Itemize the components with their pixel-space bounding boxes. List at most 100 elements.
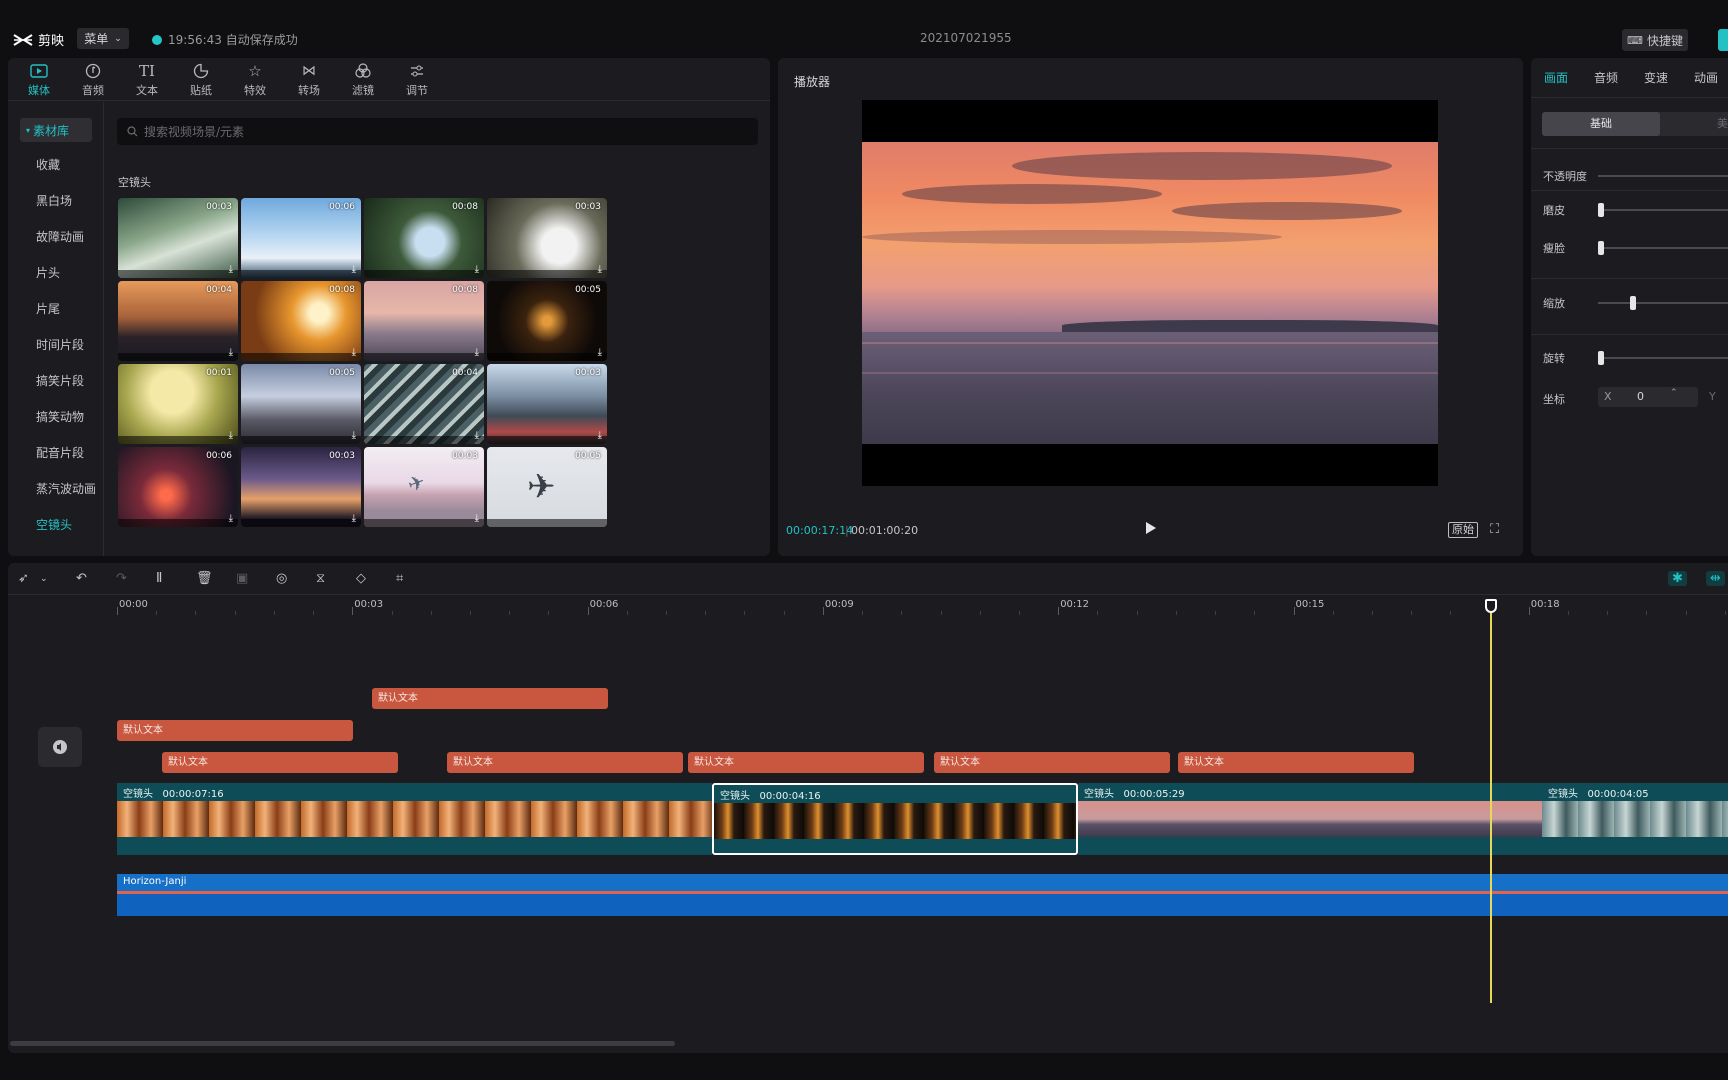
thin-face-slider[interactable] [1598, 241, 1728, 255]
media-thumbnail[interactable]: 00:03 ⤓ [118, 198, 238, 278]
thin-face-knob[interactable] [1598, 241, 1604, 255]
rotate-icon[interactable]: ◇ [356, 571, 366, 586]
search-input[interactable]: 搜索视频场景/元素 [117, 118, 758, 145]
basic-tab[interactable]: 基础 [1542, 112, 1660, 136]
sidebar-item[interactable]: 片头 [36, 264, 60, 281]
media-thumbnail[interactable]: 00:06 ⤓ [118, 447, 238, 527]
fullscreen-icon[interactable]: ⛶ [1490, 522, 1499, 537]
shortcut-button[interactable]: ⌨ 快捷键 [1622, 29, 1688, 51]
text-clip[interactable]: 默认文本 [117, 720, 353, 741]
mirror-icon[interactable]: ⧖ [316, 571, 325, 586]
link-icon[interactable]: ⇹ [1706, 571, 1725, 586]
rotate-slider[interactable] [1598, 351, 1728, 365]
text-clip[interactable]: 默认文本 [162, 752, 398, 773]
mute-track-button[interactable] [38, 727, 82, 767]
tab-effects[interactable]: ☆ 特效 [228, 58, 282, 101]
sidebar-item[interactable]: 搞笑片段 [36, 372, 84, 389]
sidebar-item[interactable]: 故障动画 [36, 228, 84, 245]
tab-text[interactable]: TI 文本 [120, 58, 174, 101]
download-icon[interactable]: ⤓ [352, 264, 356, 275]
sidebar-item[interactable]: 时间片段 [36, 336, 84, 353]
download-icon[interactable]: ⤓ [475, 347, 479, 358]
tab-sticker[interactable]: 贴纸 [174, 58, 228, 101]
download-icon[interactable]: ⤓ [229, 264, 233, 275]
tab-audio[interactable]: 音频 [66, 58, 120, 101]
media-thumbnail[interactable]: 00:03 ⤓ [487, 364, 607, 444]
media-thumbnail[interactable]: 00:03 ⤓ ✈ [364, 447, 484, 527]
media-thumbnail[interactable]: 00:08 ⤓ [241, 281, 361, 361]
media-thumbnail[interactable]: 00:03 ⤓ [487, 198, 607, 278]
chevron-down-icon[interactable]: ⌄ [40, 574, 48, 584]
video-clip[interactable]: 空镜头 00:00:07:16 [117, 783, 712, 855]
download-icon[interactable]: ⤓ [598, 430, 602, 441]
playhead-handle[interactable] [1485, 599, 1497, 613]
download-icon[interactable]: ⤓ [229, 347, 233, 358]
play-icon[interactable] [1146, 522, 1156, 534]
media-thumbnail[interactable]: 00:05 ✈ [487, 447, 607, 527]
media-thumbnail[interactable]: 00:08 ⤓ [364, 281, 484, 361]
video-clip[interactable]: 空镜头 00:00:04:05 [1542, 783, 1728, 855]
media-thumbnail[interactable]: 00:06 ⤓ [241, 198, 361, 278]
undo-icon[interactable]: ↶ [76, 571, 87, 586]
text-clip[interactable]: 默认文本 [934, 752, 1170, 773]
opacity-slider[interactable] [1598, 175, 1728, 177]
sidebar-item[interactable]: 黑白场 [36, 192, 72, 209]
sidebar-item[interactable]: 空镜头 [36, 516, 72, 533]
smooth-slider[interactable] [1598, 203, 1728, 217]
props-tab[interactable]: 变速 [1631, 58, 1681, 97]
text-clip[interactable]: 默认文本 [447, 752, 683, 773]
download-icon[interactable]: ⤓ [352, 347, 356, 358]
download-icon[interactable]: ⤓ [598, 347, 602, 358]
media-thumbnail[interactable]: 00:03 ⤓ [241, 447, 361, 527]
freeze-frame-icon[interactable]: ▣ [236, 571, 248, 586]
beauty-tab[interactable]: 美颜 [1717, 112, 1728, 136]
sidebar-item[interactable]: 配音片段 [36, 444, 84, 461]
tab-transition[interactable]: ⋈ 转场 [282, 58, 336, 101]
delete-icon[interactable]: 🗑 [196, 571, 213, 586]
reverse-icon[interactable]: ◎ [276, 571, 287, 586]
download-icon[interactable]: ⤓ [229, 513, 233, 524]
sidebar-library[interactable]: ▾ 素材库 [20, 118, 92, 142]
sidebar-item[interactable]: 蒸汽波动画 [36, 480, 96, 497]
media-thumbnail[interactable]: 00:08 ⤓ [364, 198, 484, 278]
time-ruler[interactable]: 00:00 00:03 00:06 00:09 00:12 00:15 00:18 [8, 595, 1728, 615]
download-icon[interactable]: ⤓ [475, 264, 479, 275]
playhead-line[interactable] [1490, 601, 1492, 1003]
download-icon[interactable]: ⤓ [475, 430, 479, 441]
media-thumbnail[interactable]: 00:04 ⤓ [118, 281, 238, 361]
media-thumbnail[interactable]: 00:01 ⤓ [118, 364, 238, 444]
download-icon[interactable]: ⤓ [475, 513, 479, 524]
download-icon[interactable]: ⤓ [352, 513, 356, 524]
smooth-knob[interactable] [1598, 203, 1604, 217]
media-thumbnail[interactable]: 00:05 ⤓ [241, 364, 361, 444]
rotate-knob[interactable] [1598, 351, 1604, 365]
redo-icon[interactable]: ↷ [116, 571, 127, 586]
sidebar-item[interactable]: 搞笑动物 [36, 408, 84, 425]
split-icon[interactable]: Ⅱ [156, 571, 162, 586]
scale-slider[interactable] [1598, 296, 1728, 310]
sidebar-item[interactable]: 片尾 [36, 300, 60, 317]
ratio-button[interactable]: 原始 [1448, 522, 1478, 538]
props-tab[interactable]: 画面 [1531, 58, 1581, 97]
tab-media[interactable]: 媒体 [12, 58, 66, 101]
scale-knob[interactable] [1630, 296, 1636, 310]
tab-filter[interactable]: 滤镜 [336, 58, 390, 101]
download-icon[interactable]: ⤓ [352, 430, 356, 441]
props-tab[interactable]: 动画 [1681, 58, 1728, 97]
video-clip-selected[interactable]: 空镜头 00:00:04:16 [712, 783, 1078, 855]
media-thumbnail[interactable]: 00:05 ⤓ [487, 281, 607, 361]
select-tool-icon[interactable]: ➶ [18, 571, 29, 586]
text-clip[interactable]: 默认文本 [688, 752, 924, 773]
video-preview[interactable] [862, 100, 1438, 486]
props-tab[interactable]: 音频 [1581, 58, 1631, 97]
horizontal-scrollbar[interactable] [10, 1041, 675, 1046]
audio-clip[interactable]: Horizon-Janji [117, 874, 1728, 916]
download-icon[interactable]: ⤓ [229, 430, 233, 441]
crop-icon[interactable]: ⌗ [396, 571, 403, 586]
export-button[interactable] [1718, 29, 1728, 51]
video-clip[interactable]: 空镜头 00:00:05:29 [1078, 783, 1542, 855]
sidebar-item[interactable]: 收藏 [36, 156, 60, 173]
stepper-icon[interactable]: ⌃ [1670, 388, 1678, 398]
tab-adjust[interactable]: 调节 [390, 58, 444, 101]
download-icon[interactable]: ⤓ [598, 264, 602, 275]
